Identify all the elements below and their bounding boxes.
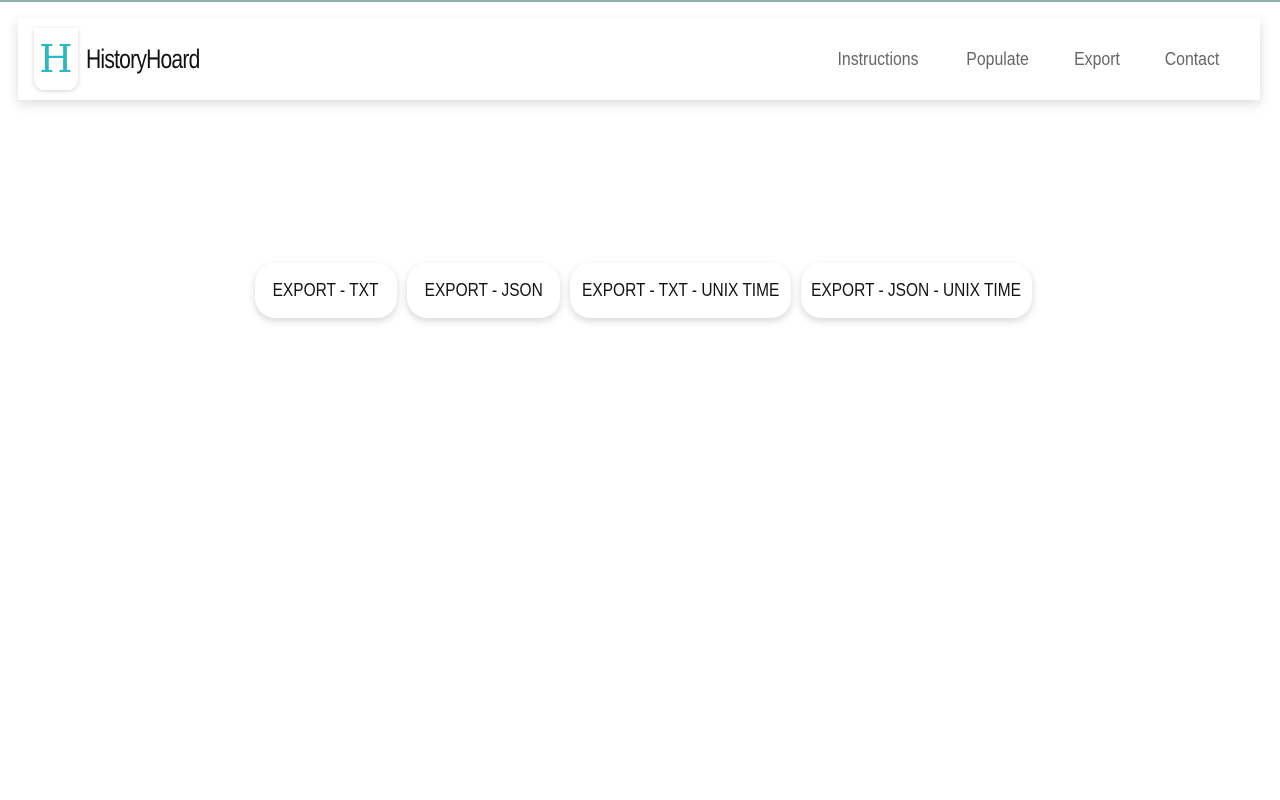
nav-link-export[interactable]: Export bbox=[1074, 49, 1120, 70]
export-txt-button[interactable]: EXPORT - TXT bbox=[255, 263, 397, 318]
logo-letter: H bbox=[39, 37, 73, 81]
export-txt-button-label: EXPORT - TXT bbox=[273, 280, 379, 300]
nav-link-populate[interactable]: Populate bbox=[966, 49, 1029, 70]
nav-link-contact[interactable]: Contact bbox=[1165, 49, 1220, 70]
brand-name: HistoryHoard bbox=[86, 43, 200, 74]
export-json-unix-time-button[interactable]: EXPORT - JSON - UNIX TIME bbox=[801, 263, 1032, 318]
brand-home-link[interactable]: H HistoryHoard bbox=[34, 28, 232, 90]
navbar: H HistoryHoard Instructions Populate Exp… bbox=[18, 18, 1260, 100]
top-border bbox=[0, 0, 1280, 2]
export-json-unix-time-button-label: EXPORT - JSON - UNIX TIME bbox=[811, 280, 1022, 300]
export-txt-unix-time-button-label: EXPORT - TXT - UNIX TIME bbox=[581, 280, 780, 300]
export-json-button[interactable]: EXPORT - JSON bbox=[407, 263, 560, 318]
export-button-group: EXPORT - TXT EXPORT - JSON EXPORT - TXT … bbox=[255, 263, 1042, 318]
nav-menu: Instructions Populate Export Contact bbox=[813, 18, 1242, 100]
export-json-button-label: EXPORT - JSON bbox=[424, 280, 543, 300]
logo: H bbox=[34, 28, 78, 90]
export-txt-unix-time-button[interactable]: EXPORT - TXT - UNIX TIME bbox=[570, 263, 791, 318]
nav-link-instructions[interactable]: Instructions bbox=[837, 49, 918, 70]
